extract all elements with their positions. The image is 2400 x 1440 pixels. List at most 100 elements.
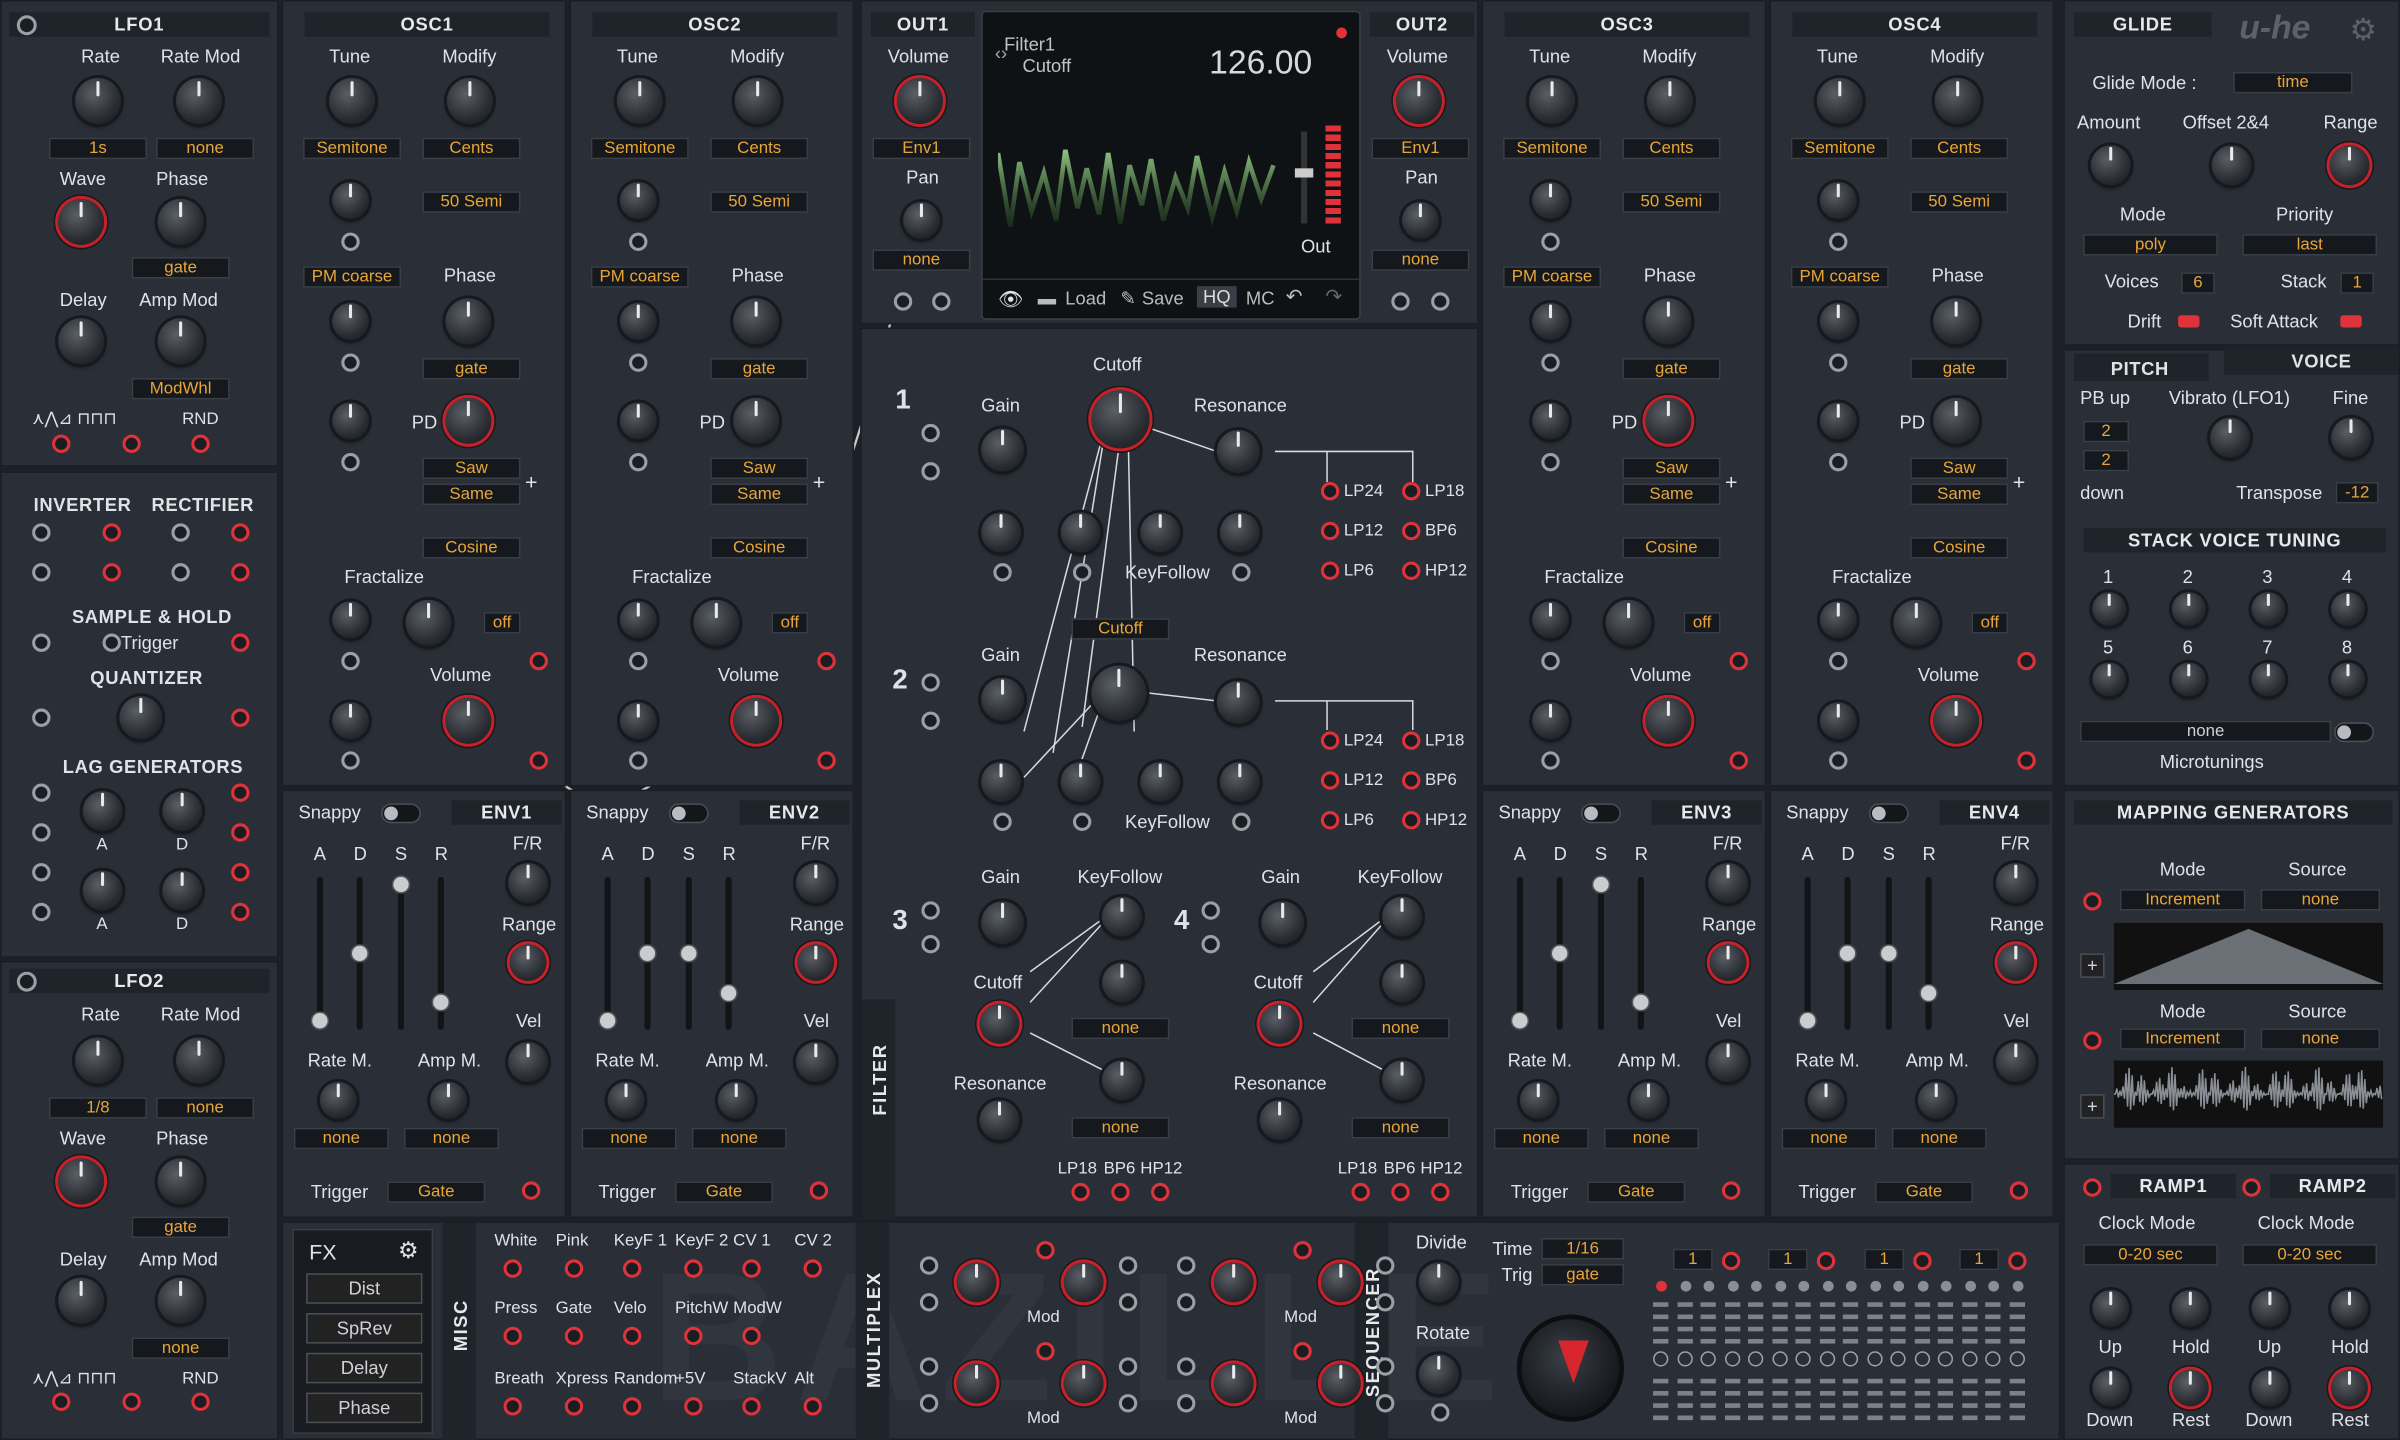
misc-breath-jack[interactable] <box>503 1397 522 1416</box>
seq-value-bar[interactable] <box>1985 1378 2001 1384</box>
env2-ratem-knob[interactable] <box>607 1081 645 1119</box>
out2-jack[interactable] <box>1391 292 1410 311</box>
seq-value-bar[interactable] <box>1866 1378 1882 1384</box>
mplex4-mod-jack[interactable] <box>1293 1342 1312 1361</box>
osc4-pm-knob[interactable] <box>1819 302 1857 340</box>
env4-a-handle[interactable] <box>1798 1011 1817 1030</box>
osc4-fractal-out-jack[interactable] <box>2017 651 2036 671</box>
filter4-mod-knob[interactable] <box>1382 962 1422 1003</box>
filter2-keyfollow-knob[interactable] <box>1140 762 1181 802</box>
seq-gate-node[interactable] <box>1866 1351 1882 1367</box>
seq-value-bar[interactable] <box>1842 1403 1859 1408</box>
redo-icon[interactable]: ↷ <box>1326 285 1343 309</box>
osc1-pd-jack[interactable] <box>341 452 360 472</box>
osc1-phase-knob[interactable] <box>445 298 492 345</box>
lfo2-ampmod-value[interactable]: none <box>131 1337 230 1359</box>
lfo1-phase-value[interactable]: gate <box>131 257 230 279</box>
seq-value-bar[interactable] <box>1985 1415 2001 1421</box>
env2-ratem-value[interactable]: none <box>581 1127 677 1150</box>
seq-value-bar[interactable] <box>1819 1302 1835 1307</box>
osc1-tune-mod-knob[interactable] <box>332 182 369 219</box>
osc4-pd-jack[interactable] <box>1829 452 1848 472</box>
mapping1-out-jack[interactable] <box>2083 892 2102 911</box>
env4-r-slider[interactable] <box>1925 876 1932 1030</box>
seq-step-led[interactable] <box>1964 1280 1976 1292</box>
seq-value-bar[interactable] <box>1866 1391 1882 1396</box>
env2-range-knob[interactable] <box>797 944 835 981</box>
filter2-mod-knob[interactable] <box>981 762 1021 802</box>
hq-button[interactable]: HQ <box>1196 286 1237 308</box>
env1-vel-knob[interactable] <box>508 1042 548 1082</box>
gear-icon[interactable]: ⚙ <box>2349 11 2376 49</box>
filter3-mod-knob[interactable] <box>1102 962 1142 1003</box>
misc-modw-jack[interactable] <box>742 1326 761 1346</box>
lag-attack-knob[interactable] <box>82 870 123 911</box>
filter1-lp24-jack[interactable] <box>1320 482 1340 501</box>
seq-value-bar[interactable] <box>1700 1403 1716 1408</box>
seq-value-bar[interactable] <box>1890 1314 1906 1320</box>
filter1-hp12-jack[interactable] <box>1402 561 1421 580</box>
env1-d-handle[interactable] <box>350 944 369 963</box>
osc2-volume-knob[interactable] <box>733 697 780 744</box>
mplex3-knob-b[interactable] <box>1063 1363 1104 1404</box>
env2-snappy-toggle[interactable] <box>668 803 709 824</box>
filter3-hp12-jack[interactable] <box>1151 1182 1170 1202</box>
seq-value-bar[interactable] <box>1676 1403 1693 1408</box>
lfo2-ratemod-knob[interactable] <box>176 1037 222 1084</box>
env1-s-slider[interactable] <box>397 876 405 1030</box>
seq-value-bar[interactable] <box>1819 1403 1835 1408</box>
filter1-cutoff-knob[interactable] <box>1091 390 1150 449</box>
osc3-pd-jack[interactable] <box>1541 452 1560 472</box>
seq-value-bar[interactable] <box>1771 1378 1787 1384</box>
seq-value-bar[interactable] <box>1724 1391 1740 1396</box>
seq-value-bar[interactable] <box>1842 1378 1859 1384</box>
seq-value-bar[interactable] <box>1937 1326 1954 1332</box>
env2-fr-knob[interactable] <box>795 863 836 903</box>
env3-s-slider[interactable] <box>1597 876 1605 1030</box>
osc4-semitone-value[interactable]: Semitone <box>1790 137 1889 160</box>
filter3-mod-knob[interactable] <box>1102 1060 1142 1101</box>
vibrato-knob[interactable] <box>2210 417 2250 458</box>
osc2-tune-knob[interactable] <box>616 78 663 124</box>
filter2-mod-jack[interactable] <box>1072 812 1092 831</box>
lfo1-out-jack[interactable] <box>122 434 141 453</box>
osc1-wave1-value[interactable]: Saw <box>422 457 521 479</box>
env3-ratem-value[interactable]: none <box>1493 1127 1589 1150</box>
env4-ratem-knob[interactable] <box>1807 1081 1845 1119</box>
sh-trigger-jack[interactable] <box>102 633 121 652</box>
seq-value-bar[interactable] <box>1842 1415 1859 1421</box>
seq-value-bar[interactable] <box>1653 1339 1669 1344</box>
microtuning-toggle[interactable] <box>2334 722 2374 743</box>
misc-keyf-2-jack[interactable] <box>684 1259 703 1278</box>
env4-snappy-toggle[interactable] <box>1868 803 1909 824</box>
mplex3-mod-jack[interactable] <box>1036 1342 1055 1361</box>
env1-range-knob[interactable] <box>509 944 547 981</box>
seq-step-2-jack[interactable] <box>1816 1251 1836 1271</box>
seq-value-bar[interactable] <box>1700 1378 1716 1384</box>
env2-d-handle[interactable] <box>638 944 657 963</box>
lfo2-delay-knob[interactable] <box>58 1277 105 1324</box>
seq-gate-node[interactable] <box>1937 1351 1954 1367</box>
filter2-mod-jack[interactable] <box>1232 812 1251 831</box>
osc1-tune-mod-value[interactable]: 50 Semi <box>422 191 521 213</box>
ramp2-down-knob[interactable] <box>2251 1369 2289 1407</box>
out-meter-handle[interactable] <box>1294 168 1314 178</box>
env2-out-jack[interactable] <box>809 1181 829 1200</box>
lag-attack-knob[interactable] <box>82 791 123 831</box>
osc4-vol-mod-knob[interactable] <box>1819 702 1857 740</box>
out1-mod-value[interactable]: Env1 <box>872 137 971 160</box>
env4-range-knob[interactable] <box>1997 944 2035 981</box>
osc3-semitone-value[interactable]: Semitone <box>1503 137 1602 160</box>
seq-divide-knob[interactable] <box>1418 1262 1459 1303</box>
seq-value-bar[interactable] <box>1795 1302 1811 1307</box>
env3-fr-knob[interactable] <box>1708 863 1748 903</box>
filter1-lp18-jack[interactable] <box>1402 482 1421 501</box>
seq-rotate-knob[interactable] <box>1418 1354 1459 1395</box>
seq-value-bar[interactable] <box>1795 1339 1811 1344</box>
osc3-pd-knob[interactable] <box>1645 397 1692 444</box>
osc1-volume-knob[interactable] <box>445 697 492 744</box>
osc1-fractal-jack[interactable] <box>341 651 360 671</box>
env3-snappy-toggle[interactable] <box>1581 803 1621 824</box>
seq-value-bar[interactable] <box>1771 1403 1787 1408</box>
osc2-pm-jack[interactable] <box>629 353 648 372</box>
